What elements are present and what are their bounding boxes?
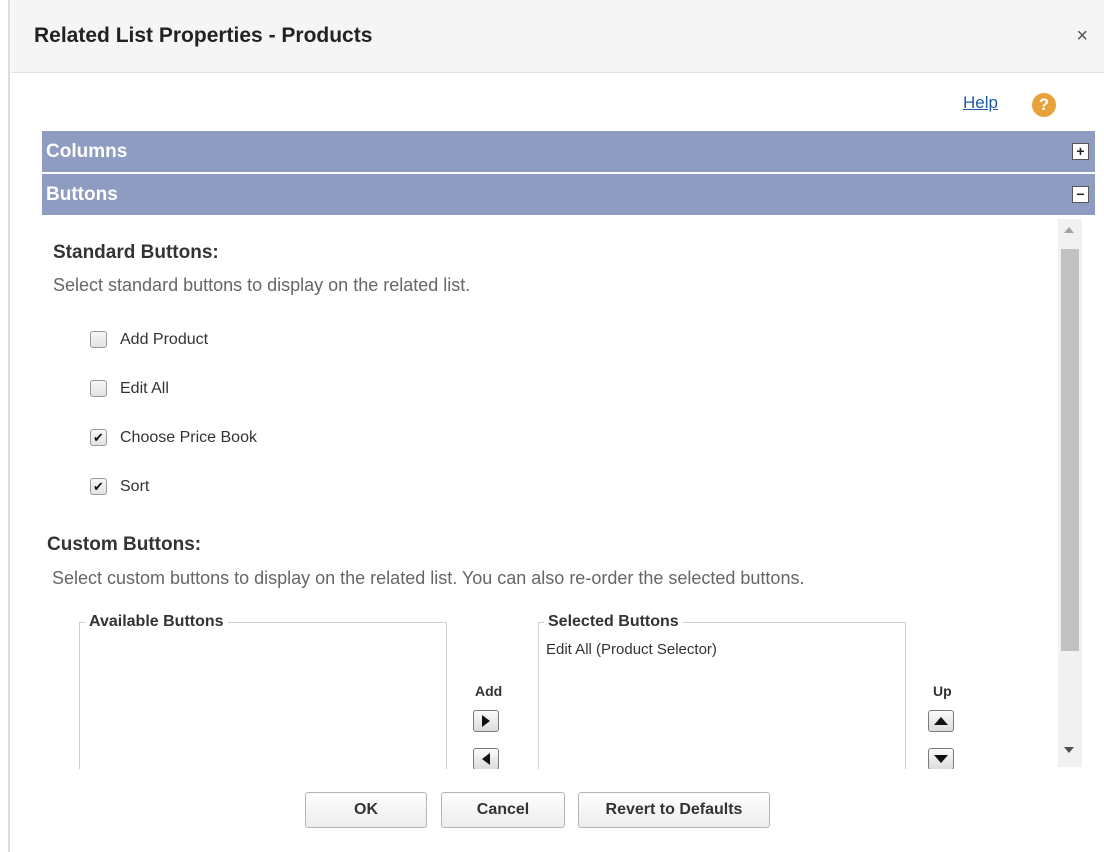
cancel-button[interactable]: Cancel bbox=[441, 792, 565, 828]
selected-buttons-list[interactable]: Selected Buttons Edit All (Product Selec… bbox=[538, 613, 906, 769]
arrow-up-icon bbox=[934, 717, 948, 725]
checkbox-label[interactable]: Sort bbox=[120, 478, 149, 496]
move-down-button[interactable] bbox=[928, 748, 954, 769]
collapse-icon[interactable]: − bbox=[1072, 186, 1089, 203]
move-up-button[interactable] bbox=[928, 710, 954, 732]
revert-to-defaults-button[interactable]: Revert to Defaults bbox=[578, 792, 770, 828]
checkbox-label[interactable]: Edit All bbox=[120, 380, 169, 398]
columns-section-label: Columns bbox=[46, 141, 128, 162]
columns-section-header[interactable]: Columns + bbox=[42, 131, 1095, 172]
selected-button-item[interactable]: Edit All (Product Selector) bbox=[546, 641, 717, 658]
page-divider bbox=[8, 0, 10, 852]
arrow-right-icon bbox=[482, 715, 490, 727]
ok-button[interactable]: OK bbox=[305, 792, 427, 828]
expand-icon[interactable]: + bbox=[1072, 143, 1089, 160]
checkbox-label[interactable]: Add Product bbox=[120, 331, 208, 349]
checkbox-checked[interactable]: ✔ bbox=[90, 429, 107, 446]
buttons-section-label: Buttons bbox=[46, 184, 118, 205]
page-edge bbox=[0, 0, 8, 852]
custom-buttons-heading: Custom Buttons: bbox=[47, 534, 202, 555]
selected-buttons-legend: Selected Buttons bbox=[544, 613, 683, 631]
arrow-down-icon bbox=[934, 755, 948, 763]
checkbox[interactable] bbox=[90, 331, 107, 348]
checkbox-checked[interactable]: ✔ bbox=[90, 478, 107, 495]
add-label: Add bbox=[475, 683, 503, 699]
available-buttons-legend: Available Buttons bbox=[85, 613, 228, 631]
standard-buttons-heading: Standard Buttons: bbox=[53, 242, 219, 263]
scroll-up-icon[interactable] bbox=[1064, 227, 1074, 233]
help-link[interactable]: Help bbox=[963, 93, 998, 113]
scrollbar-thumb[interactable] bbox=[1061, 249, 1079, 651]
available-buttons-list[interactable]: Available Buttons bbox=[79, 613, 447, 769]
standard-buttons-description: Select standard buttons to display on th… bbox=[53, 275, 471, 295]
checkbox-label[interactable]: Choose Price Book bbox=[120, 429, 257, 447]
buttons-section-header[interactable]: Buttons − bbox=[42, 174, 1095, 215]
content-scrollbar[interactable] bbox=[1058, 219, 1082, 767]
checkbox[interactable] bbox=[90, 380, 107, 397]
dialog-header: Related List Properties - Products × bbox=[11, 0, 1104, 73]
custom-buttons-description: Select custom buttons to display on the … bbox=[52, 568, 805, 588]
add-button[interactable] bbox=[473, 710, 499, 732]
up-label: Up bbox=[933, 683, 952, 699]
related-list-properties-dialog: Related List Properties - Products × Hel… bbox=[11, 0, 1104, 852]
buttons-section-content: Standard Buttons: Select standard button… bbox=[42, 217, 1095, 769]
remove-button[interactable] bbox=[473, 748, 499, 769]
arrow-left-icon bbox=[482, 753, 490, 765]
scroll-down-icon[interactable] bbox=[1064, 747, 1074, 753]
close-icon[interactable]: × bbox=[1076, 26, 1088, 46]
help-icon[interactable]: ? bbox=[1032, 93, 1056, 117]
dialog-title: Related List Properties - Products bbox=[34, 24, 373, 47]
